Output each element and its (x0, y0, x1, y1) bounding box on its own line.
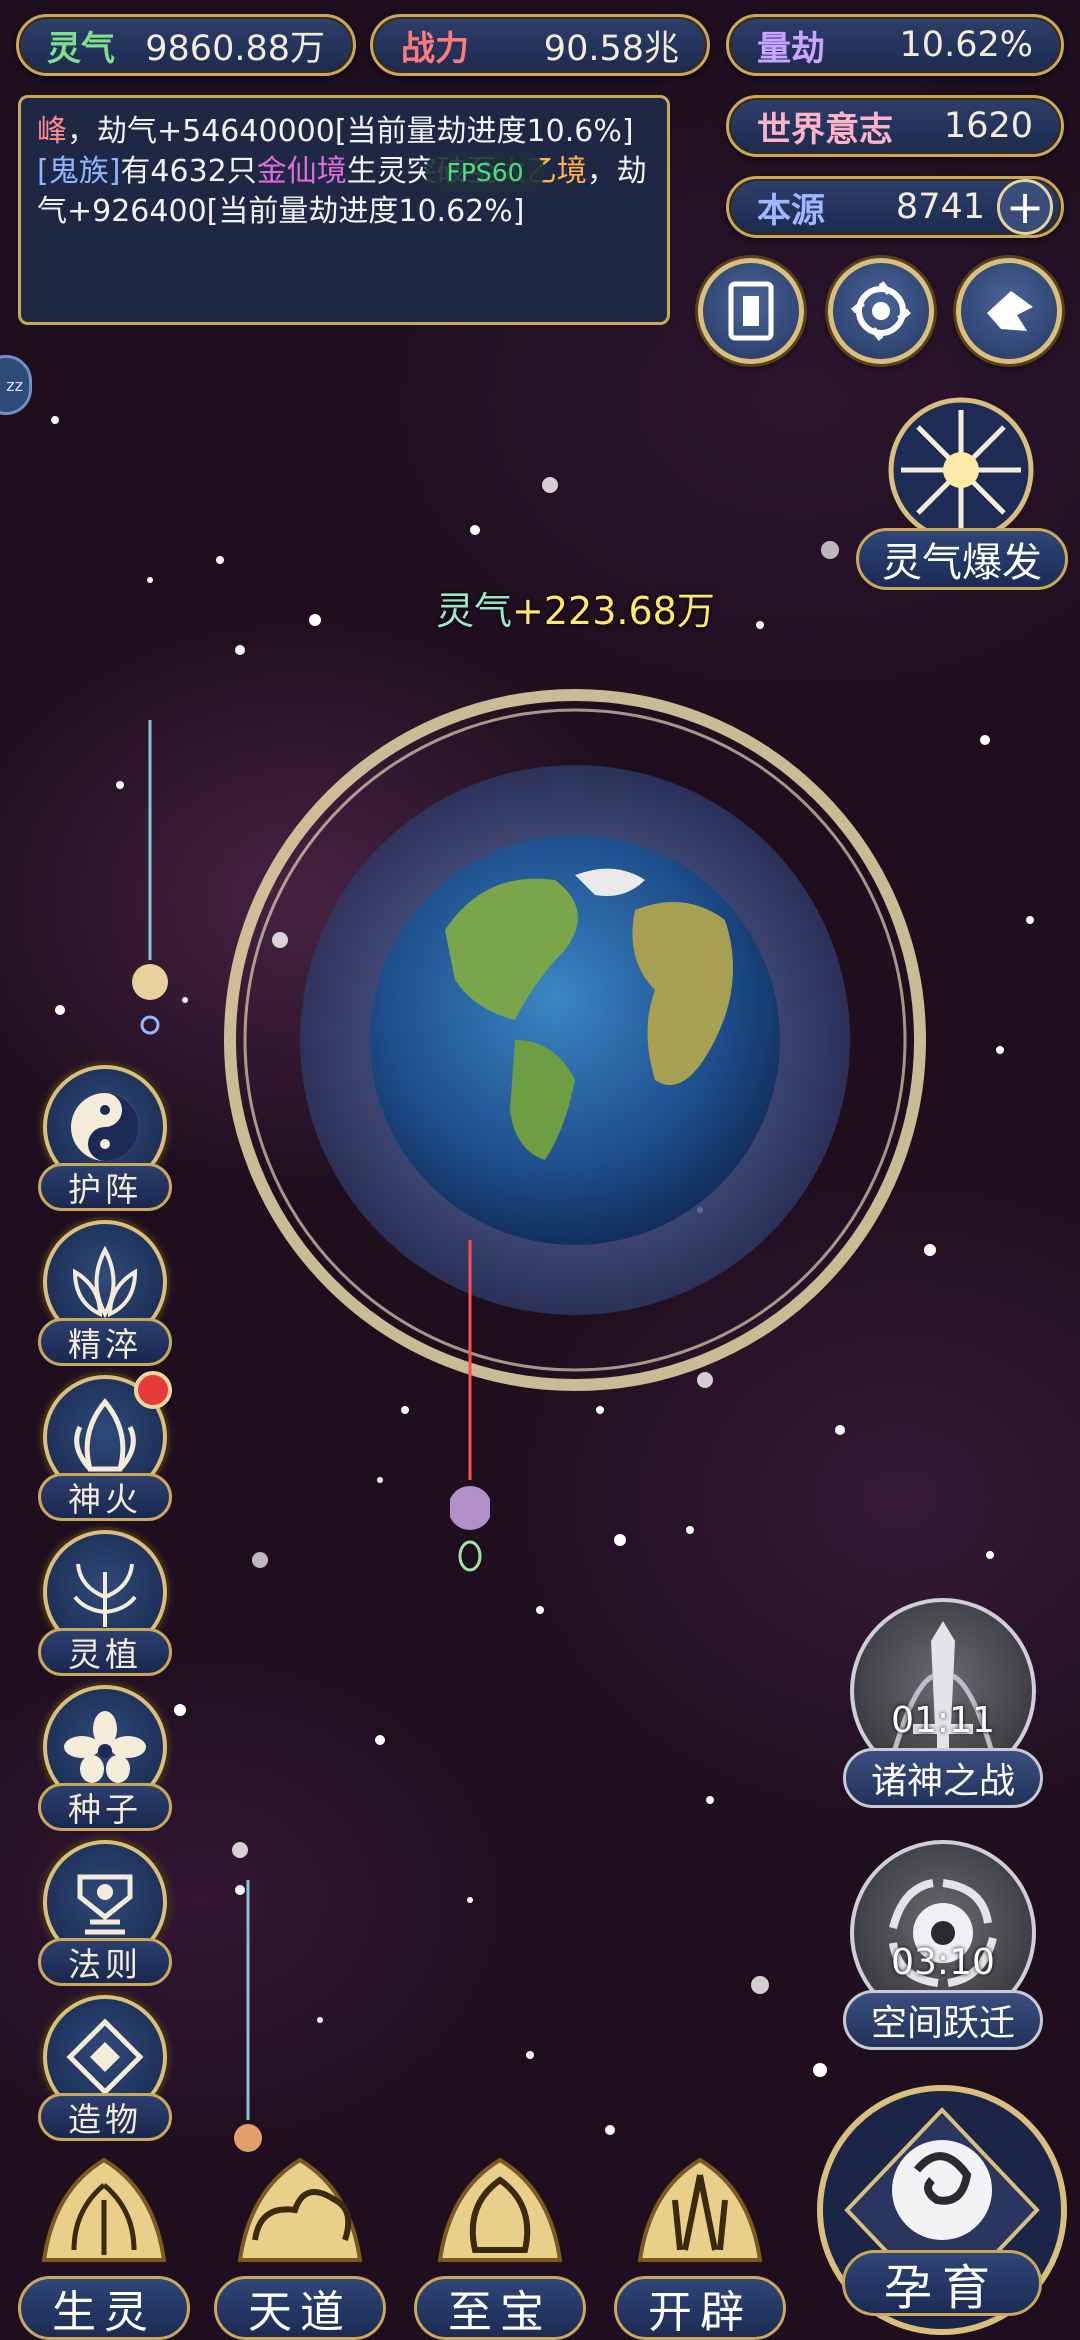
benyuan-stat: 本源 8741 + (726, 176, 1064, 238)
bottom-kaipi-label: 开辟 (614, 2276, 786, 2340)
bottom-shengling-label: 生灵 (18, 2276, 190, 2340)
menu-zhongzi-label: 种子 (38, 1783, 172, 1831)
lingqi-value: 9860.88万 (145, 28, 325, 69)
burst-emblem-icon (888, 397, 1034, 543)
bottom-tiandao-button[interactable]: 天道 (210, 2150, 390, 2340)
zhanli-value: 90.58兆 (543, 28, 679, 69)
benyuan-label: 本源 (757, 190, 825, 231)
bottom-kaipi-button[interactable]: 开辟 (610, 2150, 790, 2340)
benyuan-value: 8741 (895, 187, 985, 227)
log-line2-tag: [鬼族] (37, 154, 121, 189)
comet-streak-left (132, 720, 168, 1035)
shijie-value: 1620 (943, 106, 1033, 146)
world-planet[interactable] (215, 680, 935, 1400)
liangjie-label: 量劫 (757, 28, 825, 69)
lingqi-burst-label: 灵气爆发 (856, 528, 1068, 590)
lingqi-gain-value: +223.68万 (512, 589, 715, 633)
menu-zaowu-label: 造物 (38, 2093, 172, 2141)
event-gods-battle-button[interactable]: 01:11 诸神之战 (838, 1598, 1048, 1858)
liangjie-value: 10.62% (899, 25, 1033, 65)
lingqi-gain-label: 灵气 (436, 589, 513, 633)
space-jump-label: 空间跃迁 (843, 1990, 1043, 2050)
add-benyuan-button[interactable]: + (997, 179, 1053, 235)
liangjie-stat: 量劫 10.62% (726, 14, 1064, 76)
menu-faze-label: 法则 (38, 1938, 172, 1986)
lingqi-stat: 灵气 9860.88万 (16, 14, 356, 76)
bottom-zhibao-button[interactable]: 至宝 (410, 2150, 590, 2340)
menu-shenhuo-label: 神火 (38, 1473, 172, 1521)
zhanli-label: 战力 (401, 28, 469, 69)
menu-zaowu-button[interactable]: 造物 (38, 1995, 172, 2141)
swirl-icon (851, 281, 911, 341)
bottom-shengling-button[interactable]: 生灵 (14, 2150, 194, 2340)
notification-badge (134, 1371, 172, 1409)
lingqi-label: 灵气 (47, 28, 115, 69)
gods-battle-label: 诸神之战 (843, 1748, 1043, 1808)
side-tab-handle[interactable]: zz (0, 355, 32, 415)
shijie-label: 世界意志 (757, 109, 893, 150)
menu-huzhen-button[interactable]: 护阵 (38, 1065, 172, 1211)
log-line1-text: ，劫气+54640000[当前量劫进度10.6%] (67, 114, 634, 149)
log-line2-realm1: 金仙境 (256, 154, 347, 189)
menu-jingcui-button[interactable]: 精淬 (38, 1220, 172, 1366)
hand-icon (987, 291, 1033, 331)
menu-faze-button[interactable]: 法则 (38, 1840, 172, 1986)
log-line2-a: 有4632只 (120, 154, 257, 189)
nurture-button[interactable]: 孕育 (812, 2080, 1072, 2340)
hand-button[interactable] (956, 258, 1062, 364)
bottom-zhibao-label: 至宝 (414, 2276, 586, 2340)
event-space-jump-button[interactable]: 03:10 空间跃迁 (838, 1840, 1048, 2100)
earth-globe (370, 835, 780, 1245)
log-line1-name: 峰 (37, 114, 67, 149)
zhanli-stat: 战力 90.58兆 (370, 14, 710, 76)
menu-jingcui-label: 精淬 (38, 1318, 172, 1366)
bottom-tiandao-label: 天道 (214, 2276, 386, 2340)
event-log: 峰，劫气+54640000[当前量劫进度10.6%] [鬼族]有4632只金仙境… (18, 95, 670, 325)
menu-shenhuo-button[interactable]: 神火 (38, 1371, 172, 1521)
card-icon (728, 281, 774, 341)
lingqi-burst-button[interactable]: 灵气爆发 (856, 390, 1068, 600)
nurture-label: 孕育 (842, 2250, 1042, 2316)
comet-streak-bottom (234, 1880, 262, 2152)
shijie-stat: 世界意志 1620 (726, 95, 1064, 157)
swirl-button[interactable] (828, 258, 934, 364)
lingqi-gain-popup: 灵气+223.68万 (436, 580, 715, 635)
menu-lingzhi-button[interactable]: 灵植 (38, 1530, 172, 1676)
menu-lingzhi-label: 灵植 (38, 1628, 172, 1676)
comet-streak-center (450, 1240, 490, 1572)
menu-huzhen-label: 护阵 (38, 1163, 172, 1211)
space-jump-timer: 03:10 (891, 1942, 995, 1983)
card-button[interactable] (698, 258, 804, 364)
gods-battle-timer: 01:11 (891, 1700, 995, 1741)
fps-counter: FPS60 (425, 152, 545, 192)
menu-zhongzi-button[interactable]: 种子 (38, 1685, 172, 1831)
